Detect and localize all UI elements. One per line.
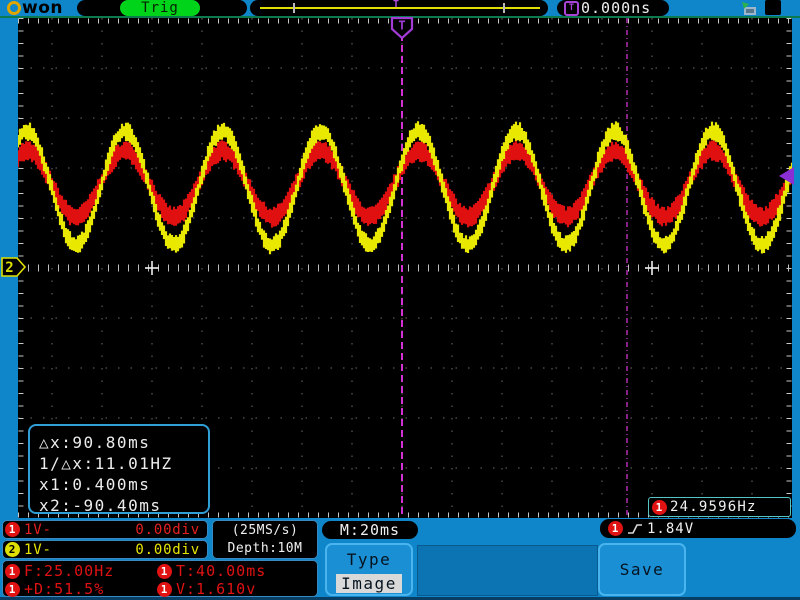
channel2-marker-number: 2 — [5, 260, 13, 276]
channel1-scale: 1V- — [24, 521, 52, 538]
trigger-t-icon: T — [564, 0, 579, 16]
trigger-level-readout: 1 1.84V — [600, 519, 796, 538]
timebase-readout: M:20ms — [322, 521, 418, 539]
channel1-offset: 0.00div — [135, 521, 200, 538]
memory-window-right-bracket — [503, 3, 505, 13]
channel1-badge: 1 — [5, 581, 20, 597]
channel1-badge: 1 — [652, 499, 667, 515]
measure-frequency-value: F:25.00Hz — [24, 562, 115, 580]
top-status-bar: won Trig T T 0.000ns — [0, 0, 800, 18]
measure-frequency: 1 F:25.00Hz — [5, 562, 157, 580]
battery-icon — [765, 0, 781, 15]
memory-position-bar: T — [250, 0, 548, 16]
trigger-level-arrow-icon — [779, 167, 794, 185]
trigger-marker-letter: T — [398, 19, 405, 33]
measure-duty: 1 +D:51.5% — [5, 580, 157, 598]
trigger-time-readout: T 0.000ns — [557, 0, 669, 17]
channel2-scale: 1V- — [24, 541, 52, 558]
cursor-delta-x: △x:90.80ms — [39, 433, 151, 452]
memory-window-left-bracket — [293, 3, 295, 13]
measure-voltage: 1 V:1.610v — [157, 580, 315, 598]
sample-rate: (25MS/s) — [231, 522, 299, 538]
channel2-info-row: 2 1V- 0.00div — [2, 540, 208, 559]
channel2-offset: 0.00div — [135, 541, 200, 558]
channel1-badge: 1 — [5, 522, 20, 537]
measure-period: 1 T:40.00ms — [157, 562, 315, 580]
cursor-inverse-delta-x: 1/△x:11.01HZ — [39, 454, 173, 473]
frequency-counter-value: 24.9596Hz — [670, 499, 757, 515]
channel1-badge: 1 — [157, 563, 172, 579]
owon-logo: won — [7, 0, 63, 18]
channel1-badge: 1 — [608, 521, 623, 536]
channel1-badge: 1 — [157, 581, 172, 597]
measurement-panel: 1 F:25.00Hz 1 T:40.00ms 1 +D:51.5% 1 V:1… — [2, 560, 318, 598]
trace-ch2 — [18, 121, 792, 255]
owon-logo-ring-icon — [7, 1, 21, 15]
type-button-value[interactable]: Image — [336, 574, 402, 593]
frequency-counter: 1 24.9596Hz — [648, 497, 791, 517]
trigger-position-marker: T — [390, 17, 414, 39]
bottom-status-bar: 1 1V- 0.00div 2 1V- 0.00div 1 F:25.00Hz … — [0, 518, 800, 600]
menu-recess-panel — [417, 545, 598, 596]
trigger-status-container: Trig — [77, 0, 247, 16]
channel2-badge: 2 — [5, 542, 20, 557]
acquisition-info: (25MS/s) Depth:10M — [212, 520, 318, 559]
type-button[interactable]: Type Image — [325, 543, 413, 596]
owon-logo-text: won — [22, 0, 63, 18]
channel1-badge: 1 — [5, 563, 20, 579]
measure-voltage-value: V:1.610v — [176, 580, 257, 598]
trigger-level-value: 1.84V — [647, 520, 695, 537]
channel1-info-row: 1 1V- 0.00div — [2, 520, 208, 539]
trigger-time-value: 0.000ns — [581, 0, 652, 17]
channel2-position-marker: 2 — [1, 257, 27, 277]
memory-line — [260, 7, 540, 9]
measure-duty-value: +D:51.5% — [24, 580, 105, 598]
rising-edge-icon — [628, 523, 642, 534]
measure-period-value: T:40.00ms — [176, 562, 267, 580]
save-button[interactable]: Save — [598, 543, 686, 596]
cursor-x2: x2:-90.40ms — [39, 496, 162, 515]
cursor-x1: x1:0.400ms — [39, 475, 151, 494]
trigger-status-badge: Trig — [120, 0, 200, 16]
cursor-measure-panel: △x:90.80ms 1/△x:11.01HZ x1:0.400ms x2:-9… — [28, 424, 210, 515]
record-depth: Depth:10M — [227, 541, 303, 557]
memory-trigger-marker: T — [393, 0, 400, 10]
type-button-label: Type — [346, 550, 392, 569]
